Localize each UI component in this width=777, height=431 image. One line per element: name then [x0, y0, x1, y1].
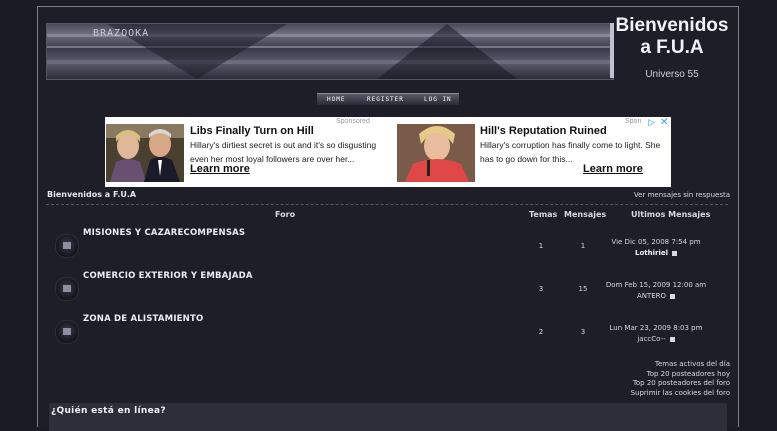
- top-nav: HOME REGISTER LOG IN: [317, 93, 459, 105]
- last-post-user[interactable]: ANTERO: [637, 292, 666, 300]
- last-post-info: Vie Dic 05, 2008 7:54 pm Lothiriel: [591, 237, 721, 259]
- forum-icon: [55, 234, 79, 258]
- site-subtitle: Universo 55: [645, 69, 699, 80]
- active-topics-link[interactable]: Temas activos del día: [631, 360, 730, 370]
- topics-count: 1: [538, 242, 544, 250]
- topics-count: 2: [538, 328, 544, 336]
- top-posters-today-link[interactable]: Top 20 posteadores hoy: [631, 370, 730, 380]
- last-post-user[interactable]: Lothiriel: [635, 249, 668, 257]
- last-post-user[interactable]: jaccCo--: [637, 335, 665, 343]
- forum-row: ZONA DE ALISTAMIENTO 2 3 Lun Mar 23, 200…: [46, 314, 728, 354]
- top-posters-forum-link[interactable]: Top 20 posteadores del foro: [631, 379, 730, 389]
- nav-home-link[interactable]: HOME: [327, 96, 345, 103]
- column-header-forum: Foro: [275, 210, 296, 219]
- site-title: Bienvenidos a F.U.A: [608, 15, 736, 59]
- ad-right-body: Hillary's corruption has finally come to…: [480, 140, 661, 164]
- ad-left-headline[interactable]: Libs Finally Turn on Hill: [190, 125, 314, 137]
- adchoices-icon[interactable]: ▷: [648, 118, 658, 128]
- who-is-online-panel: ¿Quién está en línea?: [49, 403, 727, 431]
- topics-count: 3: [538, 285, 544, 293]
- ad-right-headline[interactable]: Hill's Reputation Ruined: [480, 125, 607, 137]
- forum-icon: [55, 277, 79, 301]
- banner-text: BRAZOOKA: [93, 28, 150, 39]
- last-post-date: Dom Feb 15, 2009 12:00 am: [605, 281, 707, 289]
- column-header-last-posts: Ultimos Mensajes: [631, 210, 711, 219]
- last-post-info: Dom Feb 15, 2009 12:00 am ANTERO: [591, 280, 721, 302]
- ad-photo-left[interactable]: [106, 124, 184, 182]
- column-header-topics: Temas: [529, 210, 558, 219]
- last-post-date: Vie Dic 05, 2008 7:54 pm: [611, 238, 701, 246]
- forum-link[interactable]: COMERCIO EXTERIOR Y EMBAJADA: [83, 271, 253, 281]
- sponsored-label-right: Spon: [625, 118, 642, 125]
- view-latest-post-icon[interactable]: [672, 250, 677, 256]
- view-latest-post-icon[interactable]: [669, 336, 675, 342]
- forum-link[interactable]: ZONA DE ALISTAMIENTO: [83, 314, 203, 324]
- last-post-date: Lun Mar 23, 2009 8:03 pm: [609, 324, 703, 332]
- last-post-info: Lun Mar 23, 2009 8:03 pm jaccCo--: [591, 323, 721, 345]
- close-icon[interactable]: ✕: [660, 117, 670, 128]
- sponsored-ad[interactable]: Sponsored Spon ▷ ✕ Libs Finally Turn on …: [105, 117, 671, 187]
- sponsored-label: Sponsored: [336, 118, 370, 125]
- breadcrumb[interactable]: Bienvenidos a F.U.A: [47, 190, 136, 199]
- delete-cookies-link[interactable]: Suprimir las cookies del foro: [631, 389, 730, 399]
- forum-link[interactable]: MISIONES Y CAZARECOMPENSAS: [83, 228, 245, 238]
- unanswered-posts-link[interactable]: Ver mensajes sin respuesta: [634, 191, 730, 199]
- forum-icon: [55, 320, 79, 344]
- forum-row: COMERCIO EXTERIOR Y EMBAJADA 3 15 Dom Fe…: [46, 271, 728, 311]
- site-title-line1: Bienvenidos: [615, 15, 729, 36]
- who-is-online-title: ¿Quién está en línea?: [51, 406, 166, 416]
- footer-links: Temas activos del día Top 20 posteadores…: [631, 360, 730, 398]
- forum-row: MISIONES Y CAZARECOMPENSAS 1 1 Vie Dic 0…: [46, 228, 728, 268]
- ad-left-body: Hillary's dirtiest secret is out and it'…: [190, 140, 377, 164]
- ad-photo-right[interactable]: [397, 124, 475, 182]
- column-header-posts: Mensajes: [564, 210, 607, 219]
- nav-register-link[interactable]: REGISTER: [367, 96, 404, 103]
- page-frame: BRAZOOKA Bienvenidos a F.U.A Universo 55…: [37, 6, 739, 431]
- header-banner: BRAZOOKA: [46, 23, 614, 80]
- view-latest-post-icon[interactable]: [670, 293, 676, 299]
- nav-login-link[interactable]: LOG IN: [424, 96, 452, 103]
- divider: [46, 204, 728, 205]
- ad-left-learn-more[interactable]: Learn more: [190, 163, 250, 175]
- site-title-line2: a F.U.A: [640, 37, 704, 58]
- ad-right-learn-more[interactable]: Learn more: [583, 163, 643, 175]
